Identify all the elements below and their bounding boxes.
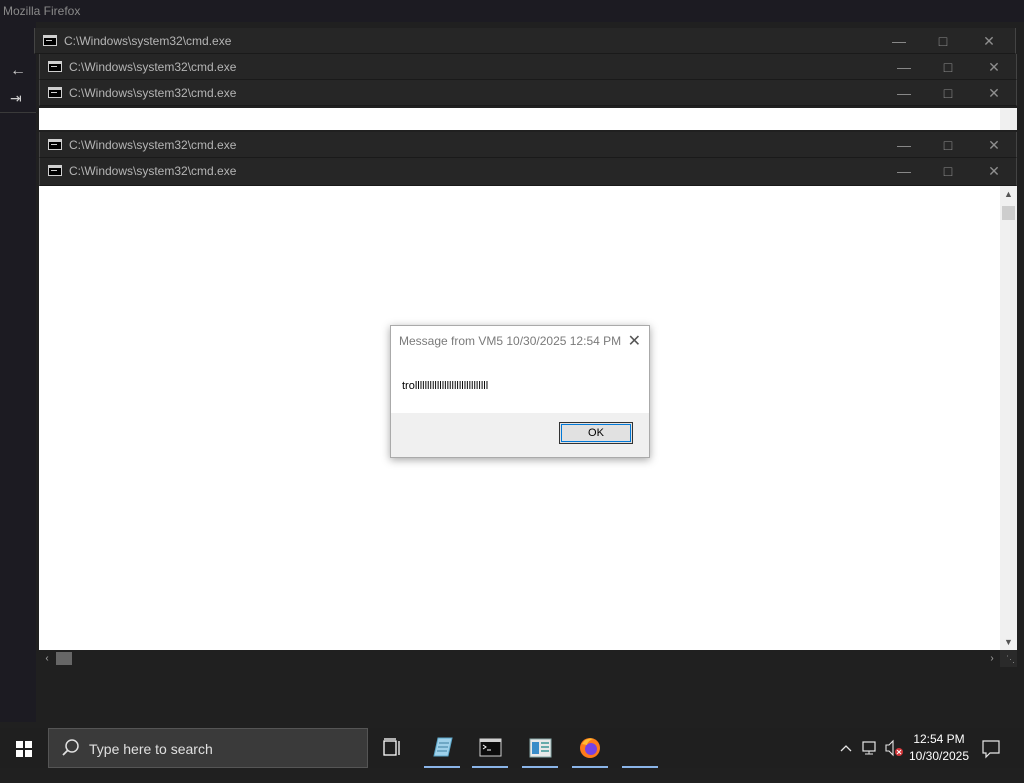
- cmd-icon: [43, 35, 57, 46]
- chevron-up-icon: [840, 745, 852, 752]
- close-button[interactable]: ✕: [984, 83, 1004, 103]
- volume-muted-icon: [885, 739, 903, 757]
- cmd-window-3[interactable]: C:\Windows\system32\cmd.exe — □ ✕: [39, 80, 1017, 106]
- taskbar-clock[interactable]: 12:54 PM 10/30/2025: [904, 731, 974, 765]
- volume-tray-button[interactable]: [884, 728, 904, 768]
- sign-in-icon[interactable]: ⇥: [10, 90, 22, 107]
- show-hidden-icons[interactable]: [838, 728, 854, 768]
- scroll-left-icon[interactable]: ‹: [39, 650, 55, 667]
- close-button[interactable]: ✕: [984, 161, 1004, 181]
- dialog-message: trollllllllllllllllllllllllllllll: [402, 380, 489, 392]
- cmd-window-2[interactable]: C:\Windows\system32\cmd.exe — □ ✕: [39, 54, 1017, 80]
- maximize-button[interactable]: □: [938, 83, 958, 103]
- scroll-up-icon[interactable]: ▲: [1000, 186, 1017, 202]
- search-placeholder: Type here to search: [89, 741, 213, 757]
- cmd-window-title: C:\Windows\system32\cmd.exe: [69, 164, 237, 178]
- taskbar-app-firefox[interactable]: [570, 728, 610, 768]
- minimize-button[interactable]: —: [894, 135, 914, 155]
- taskbar-app-cmd[interactable]: [470, 728, 510, 768]
- cmd-window-4[interactable]: C:\Windows\system32\cmd.exe — □ ✕: [39, 132, 1017, 158]
- dialog-footer: OK: [391, 413, 649, 457]
- scrollbar-thumb[interactable]: [1002, 206, 1015, 220]
- scroll-down-icon[interactable]: ▼: [1000, 634, 1017, 650]
- ok-button[interactable]: OK: [559, 422, 633, 444]
- minimize-button[interactable]: —: [894, 161, 914, 181]
- firefox-icon: [580, 738, 600, 758]
- scrollbar-thumb[interactable]: [56, 652, 72, 665]
- task-view-icon: [383, 738, 400, 756]
- task-view-button[interactable]: [372, 728, 412, 768]
- notification-icon: [982, 740, 1000, 759]
- cmd-icon: [48, 139, 62, 150]
- close-button[interactable]: ✕: [984, 135, 1004, 155]
- cmd-window-title: C:\Windows\system32\cmd.exe: [64, 34, 232, 48]
- cmd-window-title: C:\Windows\system32\cmd.exe: [69, 60, 237, 74]
- vertical-scrollbar[interactable]: ▲ ▼: [1000, 186, 1017, 650]
- content-strip-scrollbar: [1000, 108, 1017, 130]
- action-center-button[interactable]: [980, 728, 1002, 768]
- cmd-window-title: C:\Windows\system32\cmd.exe: [69, 138, 237, 152]
- back-arrow-icon[interactable]: ←: [10, 62, 26, 80]
- minimize-button[interactable]: —: [894, 83, 914, 103]
- close-button[interactable]: ✕: [984, 57, 1004, 77]
- maximize-button[interactable]: □: [938, 57, 958, 77]
- network-tray-button[interactable]: [861, 728, 879, 768]
- taskbar: Type here to search 12:54 PM 10/30/2025: [0, 728, 1024, 768]
- dialog-title: Message from VM5 10/30/2025 12:54 PM: [399, 334, 622, 348]
- sidebar-divider: [0, 112, 36, 113]
- maximize-button[interactable]: □: [938, 161, 958, 181]
- resize-grip-icon: ⋱: [1006, 654, 1015, 664]
- cmd-icon: [48, 61, 62, 72]
- cmd-window-1[interactable]: C:\Windows\system32\cmd.exe — □ ✕: [34, 28, 1016, 54]
- scroll-right-icon[interactable]: ›: [984, 650, 1000, 667]
- firefox-sidebar: ← ⇥: [0, 22, 36, 722]
- start-button[interactable]: [0, 728, 48, 768]
- maximize-button[interactable]: □: [938, 135, 958, 155]
- cmd-icon: [479, 738, 502, 757]
- notepad-icon: [433, 737, 453, 757]
- content-strip: [39, 108, 1000, 130]
- minimize-button[interactable]: —: [894, 57, 914, 77]
- taskbar-app-slot[interactable]: [620, 728, 660, 768]
- close-icon[interactable]: ✕: [628, 331, 641, 351]
- cmd-window-5[interactable]: C:\Windows\system32\cmd.exe — □ ✕: [39, 158, 1017, 186]
- message-dialog: Message from VM5 10/30/2025 12:54 PM ✕ t…: [390, 325, 650, 458]
- firefox-title-bar: Mozilla Firefox: [0, 0, 1024, 22]
- taskbar-app-notepad[interactable]: [422, 728, 462, 768]
- windows-logo-icon: [16, 741, 32, 757]
- cmd-window-title: C:\Windows\system32\cmd.exe: [69, 86, 237, 100]
- resize-corner[interactable]: ⋱: [1000, 650, 1017, 667]
- search-box[interactable]: Type here to search: [48, 728, 368, 768]
- cmd-icon: [48, 87, 62, 98]
- search-icon: [62, 739, 79, 756]
- cmd-icon: [48, 165, 62, 176]
- network-icon: [862, 741, 876, 755]
- horizontal-scrollbar[interactable]: ‹ ›: [39, 650, 1000, 667]
- close-button[interactable]: ✕: [979, 31, 999, 51]
- taskbar-app-regedit[interactable]: [520, 728, 560, 768]
- clock-time: 12:54 PM: [913, 732, 965, 746]
- maximize-button[interactable]: □: [933, 31, 953, 51]
- registry-editor-icon: [529, 738, 552, 758]
- clock-date: 10/30/2025: [908, 749, 970, 763]
- minimize-button[interactable]: —: [889, 31, 909, 51]
